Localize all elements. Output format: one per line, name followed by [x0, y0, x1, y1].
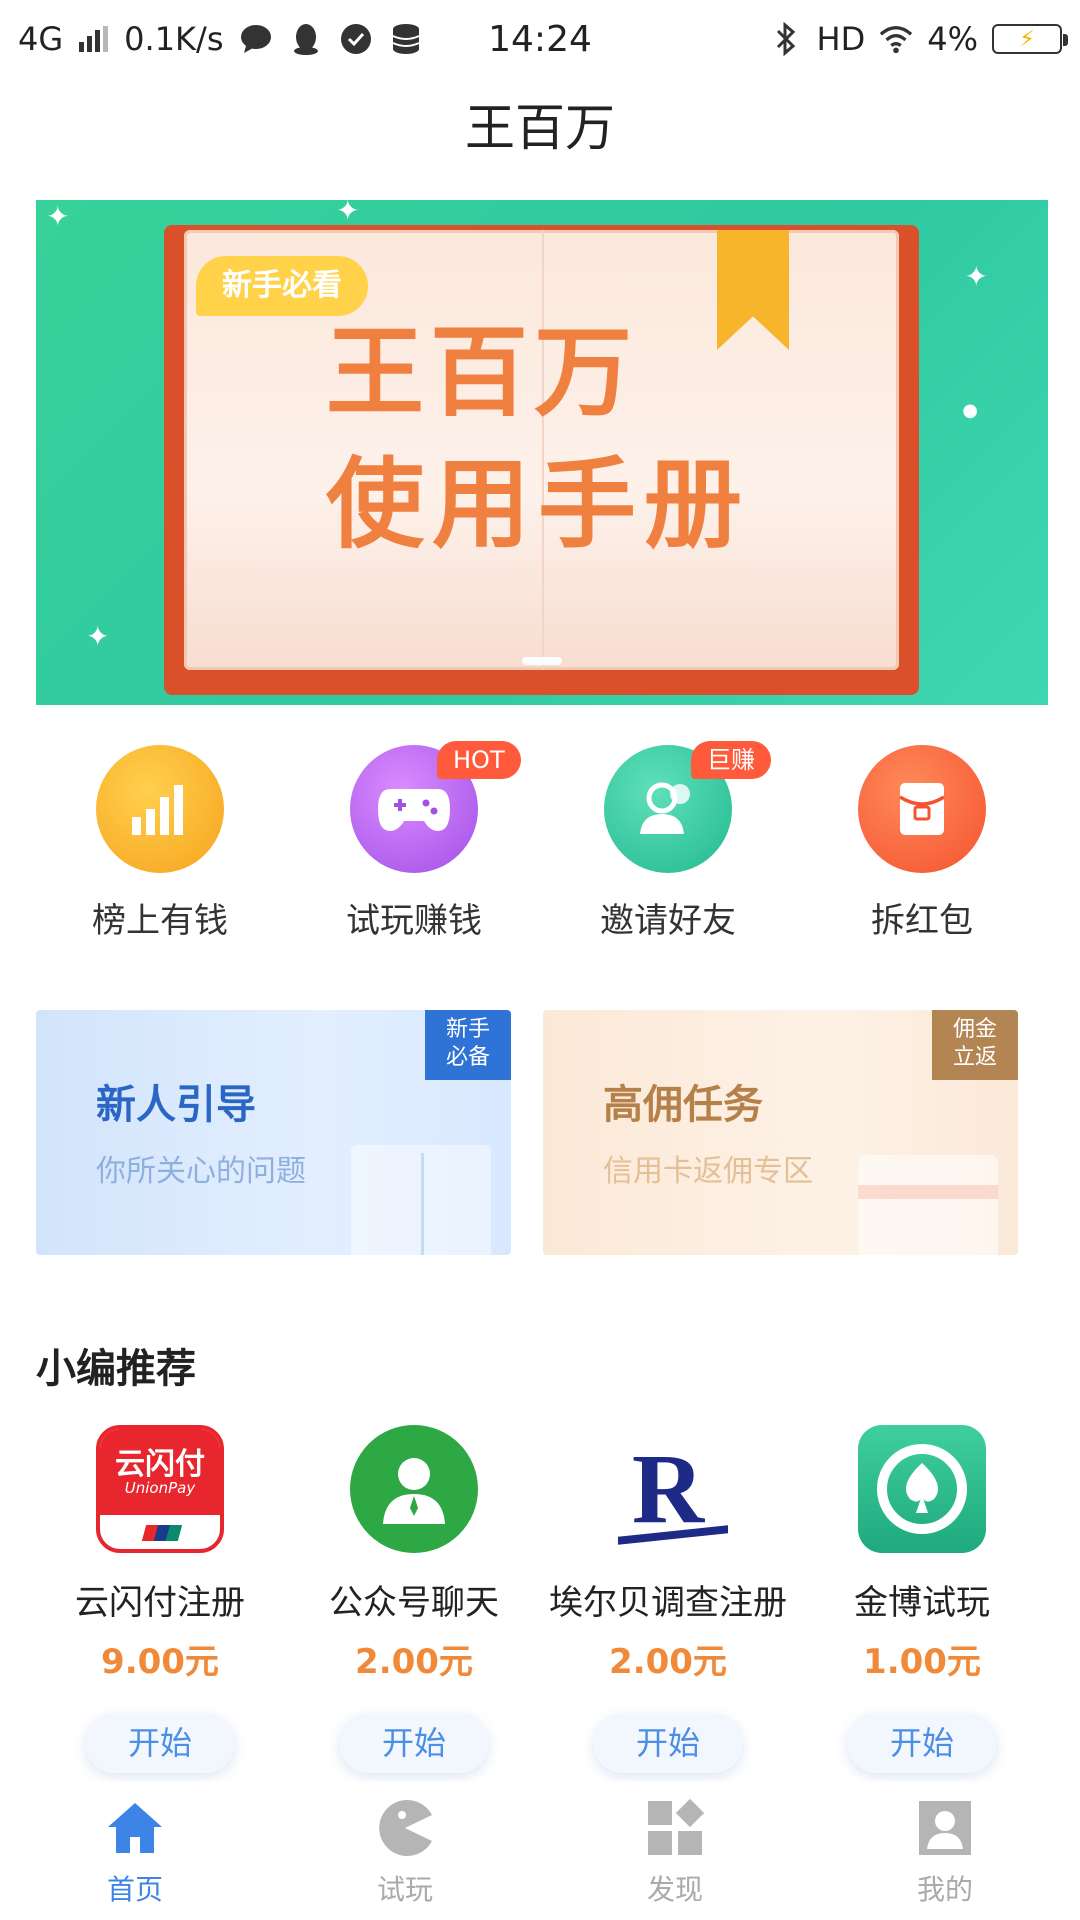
profit-badge: 巨赚 [691, 741, 771, 779]
tab-label: 首页 [106, 1873, 163, 1906]
card-subtitle: 信用卡返佣专区 [603, 1154, 813, 1189]
item-name: 公众号聊天 [329, 1583, 499, 1623]
sparkle-icon: ✦ [86, 620, 110, 653]
tab-label: 我的 [916, 1873, 973, 1906]
red-packet-icon [858, 745, 986, 873]
bluetooth-icon [769, 22, 803, 56]
promo-cards: 新人引导 你所关心的问题 新手 必备 高佣任务 信用卡返佣专区 佣金 立返 [36, 1010, 1048, 1255]
corner-badge-line: 立返 [952, 1045, 997, 1070]
sparkle-icon: ✦ [46, 200, 70, 233]
tab-home[interactable]: 首页 [0, 1782, 270, 1920]
card-title: 新人引导 [96, 1082, 256, 1128]
quick-action-trial[interactable]: HOT 试玩赚钱 [287, 741, 541, 942]
newbie-guide-card[interactable]: 新人引导 你所关心的问题 新手 必备 [36, 1010, 511, 1255]
discover-icon [643, 1796, 707, 1860]
network-type: 4G [18, 20, 64, 58]
database-icon [389, 22, 423, 56]
page-title: 王百万 [465, 99, 615, 157]
sparkle-icon: ✦ [964, 260, 988, 293]
sparkle-icon: ● [962, 400, 978, 421]
r-logo: R [604, 1425, 732, 1553]
item-price: 2.00元 [355, 1642, 473, 1682]
quick-action-red-packet[interactable]: 拆红包 [795, 745, 1049, 942]
network-speed: 0.1K/s [124, 20, 224, 58]
chat-icon [239, 22, 273, 56]
start-button[interactable]: 开始 [339, 1713, 489, 1773]
high-commission-card[interactable]: 高佣任务 信用卡返佣专区 佣金 立返 [543, 1010, 1018, 1255]
item-price: 1.00元 [863, 1642, 981, 1682]
logo-subtext: UnionPay [124, 1479, 196, 1497]
quick-action-label: 邀请好友 [600, 901, 736, 941]
status-bar: 4G 0.1K/s 14:24 HD 4% ⚡ [0, 0, 1080, 78]
banner-subtitle: 使用手册 [326, 448, 751, 562]
tab-trial[interactable]: 试玩 [270, 1782, 540, 1920]
quick-actions: 榜上有钱 HOT 试玩赚钱 巨赚 邀请好友 拆红包 [0, 741, 1080, 942]
hot-badge: HOT [437, 741, 521, 779]
home-icon [103, 1796, 167, 1860]
wifi-icon [879, 22, 913, 56]
profile-icon [913, 1796, 977, 1860]
quick-action-label: 榜上有钱 [92, 901, 228, 941]
person-icon [350, 1425, 478, 1553]
section-title: 小编推荐 [36, 1346, 196, 1392]
item-name: 埃尔贝调查注册 [549, 1583, 787, 1623]
banner-tag: 新手必看 [196, 256, 368, 316]
battery-icon: ⚡ [992, 24, 1068, 54]
corner-badge-line: 必备 [445, 1045, 490, 1070]
bookmark-ribbon [717, 230, 789, 350]
item-name: 金博试玩 [854, 1583, 990, 1623]
tab-discover[interactable]: 发现 [540, 1782, 810, 1920]
banner-title: 王百万 [326, 316, 639, 430]
logo-text: 云闪付 [115, 1447, 205, 1482]
quick-action-label: 拆红包 [871, 901, 973, 941]
start-button[interactable]: 开始 [593, 1713, 743, 1773]
carousel-indicator [36, 657, 1048, 665]
banner-carousel[interactable]: ✦ ✦ ✦ ● ✦ 新手必看 王百万 使用手册 [36, 200, 1048, 705]
battery-percent: 4% [927, 20, 978, 58]
item-price: 9.00元 [101, 1642, 219, 1682]
tab-label: 试玩 [376, 1873, 433, 1906]
penguin-icon [289, 22, 323, 56]
quick-action-label: 试玩赚钱 [346, 901, 482, 941]
card-title: 高佣任务 [603, 1082, 763, 1128]
item-name: 云闪付注册 [75, 1583, 245, 1623]
recommend-item: 云闪付 UnionPay 云闪付注册 9.00元 开始 [33, 1425, 287, 1773]
quick-action-invite[interactable]: 巨赚 邀请好友 [541, 741, 795, 942]
corner-badge-line: 佣金 [952, 1017, 997, 1042]
corner-badge-line: 新手 [445, 1017, 490, 1042]
recommend-item: 公众号聊天 2.00元 开始 [287, 1425, 541, 1773]
logo-text: R [631, 1433, 705, 1544]
corner-badge: 新手 必备 [425, 1010, 511, 1080]
start-button[interactable]: 开始 [85, 1713, 235, 1773]
sparkle-icon: ✦ [336, 200, 360, 227]
tab-label: 发现 [646, 1873, 703, 1906]
item-price: 2.00元 [609, 1642, 727, 1682]
pacman-icon [373, 1796, 437, 1860]
bottom-tab-bar: 首页 试玩 发现 我的 [0, 1782, 1080, 1920]
corner-badge: 佣金 立返 [932, 1010, 1018, 1080]
tab-profile[interactable]: 我的 [810, 1782, 1080, 1920]
recommend-item: R 埃尔贝调查注册 2.00元 开始 [541, 1425, 795, 1773]
spade-icon [858, 1425, 986, 1553]
unionpay-logo: 云闪付 UnionPay [96, 1425, 224, 1553]
recommend-item: 金博试玩 1.00元 开始 [795, 1425, 1049, 1773]
bar-chart-icon [96, 745, 224, 873]
check-circle-icon [339, 22, 373, 56]
quick-action-ranking[interactable]: 榜上有钱 [33, 745, 287, 942]
signal-icon [79, 26, 109, 52]
credit-card-illustration [858, 1155, 998, 1255]
card-subtitle: 你所关心的问题 [96, 1154, 306, 1189]
book-illustration [351, 1145, 491, 1255]
recommend-list: 云闪付 UnionPay 云闪付注册 9.00元 开始 公众号聊天 2.00元 … [0, 1425, 1080, 1773]
hd-indicator: HD [816, 20, 866, 58]
start-button[interactable]: 开始 [847, 1713, 997, 1773]
